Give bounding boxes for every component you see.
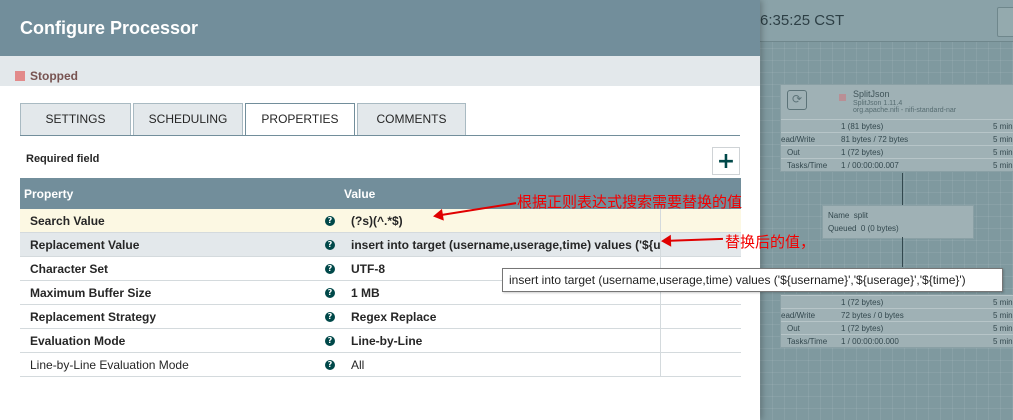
property-name: Evaluation Mode — [30, 333, 126, 348]
help-icon[interactable]: ? — [325, 311, 335, 322]
tab-bar: SETTINGS SCHEDULING PROPERTIES COMMENTS — [20, 103, 468, 136]
help-icon[interactable]: ? — [325, 359, 335, 370]
property-value[interactable]: insert into target (username,userage,tim… — [340, 238, 660, 252]
processor-stat-row: Out 1 (72 bytes) 5 min — [781, 145, 1013, 158]
tab-properties[interactable]: PROPERTIES — [245, 103, 355, 136]
tab-scheduling[interactable]: SCHEDULING — [133, 103, 243, 135]
table-row[interactable]: Evaluation Mode ? Line-by-Line — [20, 329, 741, 353]
tab-settings[interactable]: SETTINGS — [20, 103, 131, 135]
property-name: Replacement Value — [30, 237, 140, 252]
connection-label[interactable]: Name split Queued 0 (0 bytes) — [822, 205, 974, 239]
processor-stat-row: ead/Write 81 bytes / 72 bytes 5 min — [781, 132, 1013, 145]
property-name: Maximum Buffer Size — [30, 285, 152, 300]
row-actions — [660, 305, 741, 328]
processor-stat-row: Tasks/Time 1 / 00:00:00.000 5 min — [781, 334, 1013, 347]
processor-stat-row: ead/Write 72 bytes / 0 bytes 5 min — [781, 308, 1013, 321]
processor-version: SplitJson 1.11.4 org.apache.nifi - nifi-s… — [853, 100, 957, 114]
processor-stat-row: 1 (72 bytes) 5 min — [781, 295, 1013, 308]
processor-stat-row: 1 (81 bytes) 5 min — [781, 119, 1013, 132]
help-icon[interactable]: ? — [325, 239, 335, 250]
processor-icon — [787, 90, 807, 110]
help-icon[interactable]: ? — [325, 287, 335, 298]
canvas-top-button[interactable] — [997, 7, 1013, 37]
table-row[interactable]: Search Value ? (?s)(^.*$) — [20, 209, 741, 233]
property-value[interactable]: (?s)(^.*$) — [340, 214, 660, 228]
property-value[interactable]: Line-by-Line — [340, 334, 660, 348]
table-row[interactable]: Replacement Strategy ? Regex Replace — [20, 305, 741, 329]
column-header-value: Value — [344, 186, 376, 201]
row-actions — [660, 353, 741, 376]
help-icon[interactable]: ? — [325, 335, 335, 346]
processor-name: SplitJson — [853, 89, 890, 99]
help-icon[interactable]: ? — [325, 263, 335, 274]
connection-line — [902, 173, 903, 205]
status-label: Stopped — [30, 68, 78, 83]
search-value-annotation: 根据正则表达式搜索需要替换的值 — [517, 193, 743, 211]
processor-stat-row: Out 1 (72 bytes) 5 min — [781, 321, 1013, 334]
stopped-icon — [15, 70, 25, 81]
row-actions — [660, 329, 741, 352]
processor-replacetext[interactable]: 1 (72 bytes) 5 min ead/Write 72 bytes / 0 … — [780, 294, 1013, 348]
property-value[interactable]: All — [340, 358, 660, 372]
tab-divider — [20, 135, 740, 136]
stopped-indicator-icon — [839, 94, 846, 101]
column-header-property: Property — [24, 186, 74, 201]
property-value[interactable]: Regex Replace — [340, 310, 660, 324]
canvas-top-bar: 6:35:25 CST — [760, 0, 1013, 42]
add-property-button[interactable]: + — [712, 147, 740, 175]
property-name: Line-by-Line Evaluation Mode — [30, 357, 189, 372]
canvas-clock: 6:35:25 CST — [760, 12, 845, 29]
dialog-title: Configure Processor — [0, 0, 760, 56]
value-tooltip: insert into target (username,userage,tim… — [502, 268, 1003, 292]
processor-splitjson[interactable]: SplitJson SplitJson 1.11.4org.apache.nif… — [780, 84, 1013, 172]
property-name: Replacement Strategy — [30, 309, 157, 324]
help-icon[interactable]: ? — [325, 215, 335, 226]
processor-stat-row: Tasks/Time 1 / 00:00:00.007 5 min — [781, 158, 1013, 171]
property-name: Search Value — [30, 213, 105, 228]
connection-line — [902, 237, 903, 267]
table-row[interactable]: Line-by-Line Evaluation Mode ? All — [20, 353, 741, 377]
row-actions — [660, 209, 741, 232]
property-name: Character Set — [30, 261, 109, 276]
required-field-label: Required field — [26, 153, 100, 165]
processor-status: Stopped — [0, 56, 760, 86]
flow-canvas[interactable]: 6:35:25 CST SplitJson SplitJson 1.11.4or… — [760, 0, 1013, 420]
table-row[interactable]: Replacement Value ? insert into target (… — [20, 233, 741, 257]
replacement-value-annotation: 替换后的值， — [725, 233, 816, 251]
tab-comments[interactable]: COMMENTS — [357, 103, 466, 135]
